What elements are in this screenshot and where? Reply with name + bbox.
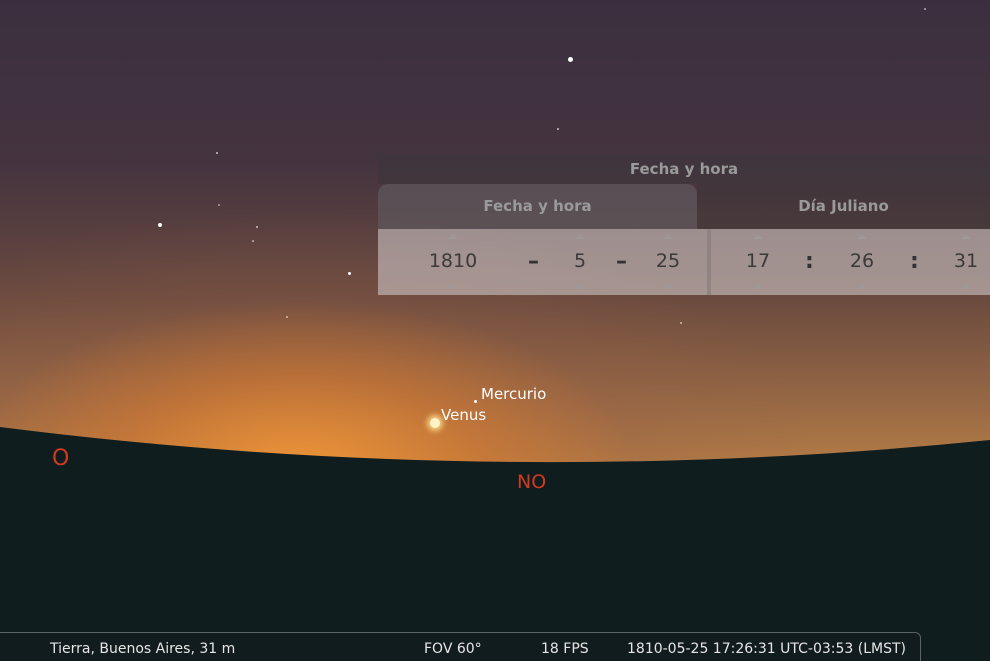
datetime-readout: 1810-05-25 17:26:31 UTC-03:53 (LMST)	[627, 641, 906, 657]
day-down-arrow-icon[interactable]	[663, 285, 673, 290]
second-value[interactable]: 31	[946, 250, 986, 272]
hour-down-arrow-icon[interactable]	[753, 285, 763, 290]
fov-readout: FOV 60°	[424, 641, 482, 657]
year-value[interactable]: 1810	[418, 250, 488, 272]
second-down-arrow-icon[interactable]	[961, 285, 971, 290]
hour-up-arrow-icon[interactable]	[753, 234, 763, 239]
minute-spinner[interactable]: 26	[842, 229, 882, 295]
month-spinner[interactable]: 5	[560, 229, 600, 295]
landscape-ground	[0, 427, 990, 660]
year-up-arrow-icon[interactable]	[448, 234, 458, 239]
hour-spinner[interactable]: 17	[738, 229, 778, 295]
year-spinner[interactable]: 1810	[418, 229, 488, 295]
tab-julian-day[interactable]: Día Juliano	[697, 184, 990, 229]
minute-up-arrow-icon[interactable]	[857, 234, 867, 239]
hour-value[interactable]: 17	[738, 250, 778, 272]
location-readout: Tierra, Buenos Aires, 31 m	[50, 641, 236, 657]
minute-down-arrow-icon[interactable]	[857, 285, 867, 290]
day-value[interactable]: 25	[648, 250, 688, 272]
time-separator: :	[910, 249, 919, 274]
date-separator: –	[528, 249, 539, 274]
day-spinner[interactable]: 25	[648, 229, 688, 295]
status-bar: Tierra, Buenos Aires, 31 m FOV 60° 18 FP…	[0, 632, 921, 661]
panel-divider	[707, 229, 711, 295]
second-spinner[interactable]: 31	[946, 229, 986, 295]
date-separator: –	[616, 249, 627, 274]
tab-date-time[interactable]: Fecha y hora	[378, 184, 697, 229]
datetime-window-title[interactable]: Fecha y hora	[378, 154, 990, 184]
cardinal-northwest: NO	[517, 471, 547, 493]
month-up-arrow-icon[interactable]	[575, 234, 585, 239]
fps-readout: 18 FPS	[541, 641, 589, 657]
month-value[interactable]: 5	[560, 250, 600, 272]
day-up-arrow-icon[interactable]	[663, 234, 673, 239]
cardinal-west: O	[52, 446, 70, 471]
datetime-window: Fecha y hora Fecha y hora Día Juliano 18…	[378, 154, 990, 295]
year-down-arrow-icon[interactable]	[448, 285, 458, 290]
month-down-arrow-icon[interactable]	[575, 285, 585, 290]
time-separator: :	[805, 249, 814, 274]
datetime-editor: 1810 – 5 – 25 17 : 26 : 31	[378, 229, 990, 295]
minute-value[interactable]: 26	[842, 250, 882, 272]
second-up-arrow-icon[interactable]	[961, 234, 971, 239]
